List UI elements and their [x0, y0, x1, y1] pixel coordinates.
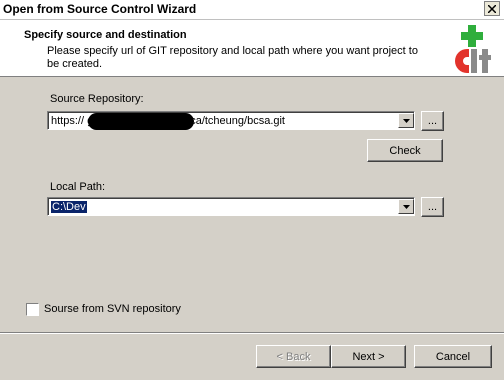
svn-checkbox-label: Sourse from SVN repository	[44, 303, 181, 315]
header-title: Specify source and destination	[24, 29, 187, 41]
local-browse-button[interactable]: ...	[421, 197, 444, 217]
title-bar: Open from Source Control Wizard	[0, 0, 504, 20]
wizard-header: Specify source and destination Please sp…	[0, 20, 504, 77]
local-path-value: C:\Dev	[51, 201, 87, 213]
source-browse-button[interactable]: ...	[421, 111, 444, 131]
source-repository-label: Source Repository:	[50, 93, 144, 105]
close-icon	[488, 4, 496, 13]
svn-checkbox[interactable]	[26, 303, 39, 316]
local-path-combobox[interactable]: C:\Dev	[47, 197, 415, 216]
cancel-button[interactable]: Cancel	[414, 345, 492, 368]
source-repository-dropdown[interactable]	[398, 113, 414, 128]
window-title: Open from Source Control Wizard	[3, 2, 197, 16]
local-path-dropdown[interactable]	[398, 199, 414, 214]
header-description: Please specify url of GIT repository and…	[47, 45, 418, 70]
close-button[interactable]	[484, 1, 500, 16]
git-logo-icon	[455, 25, 491, 73]
dropdown-arrow-icon	[402, 118, 410, 123]
dropdown-arrow-icon	[402, 204, 410, 209]
footer-divider	[0, 332, 504, 334]
local-path-label: Local Path:	[50, 181, 106, 193]
redaction-mark	[88, 113, 194, 130]
back-button[interactable]: < Back	[256, 345, 331, 368]
next-button[interactable]: Next >	[331, 345, 406, 368]
check-button[interactable]: Check	[367, 139, 443, 162]
